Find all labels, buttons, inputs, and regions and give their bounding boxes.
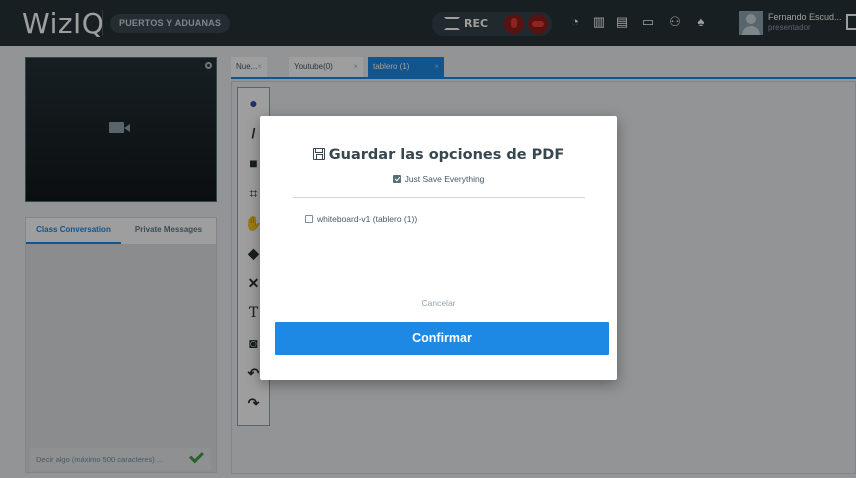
file-checkbox[interactable] bbox=[305, 215, 313, 223]
dialog-title-text: Guardar las opciones de PDF bbox=[328, 147, 565, 163]
divider bbox=[293, 197, 585, 198]
file-label: whiteboard-v1 (tablero (1)) bbox=[317, 214, 418, 224]
save-everything-option[interactable]: Just Save Everything bbox=[260, 174, 617, 184]
save-icon bbox=[312, 148, 325, 160]
file-option[interactable]: whiteboard-v1 (tablero (1)) bbox=[305, 214, 417, 224]
dialog-title: Guardar las opciones de PDF bbox=[260, 147, 617, 163]
save-pdf-dialog: Guardar las opciones de PDF Just Save Ev… bbox=[260, 116, 617, 380]
save-everything-label: Just Save Everything bbox=[404, 174, 485, 184]
confirm-button[interactable]: Confirmar bbox=[275, 322, 609, 355]
cancel-button[interactable]: Cancelar bbox=[260, 298, 617, 308]
save-everything-checkbox[interactable] bbox=[392, 175, 401, 183]
